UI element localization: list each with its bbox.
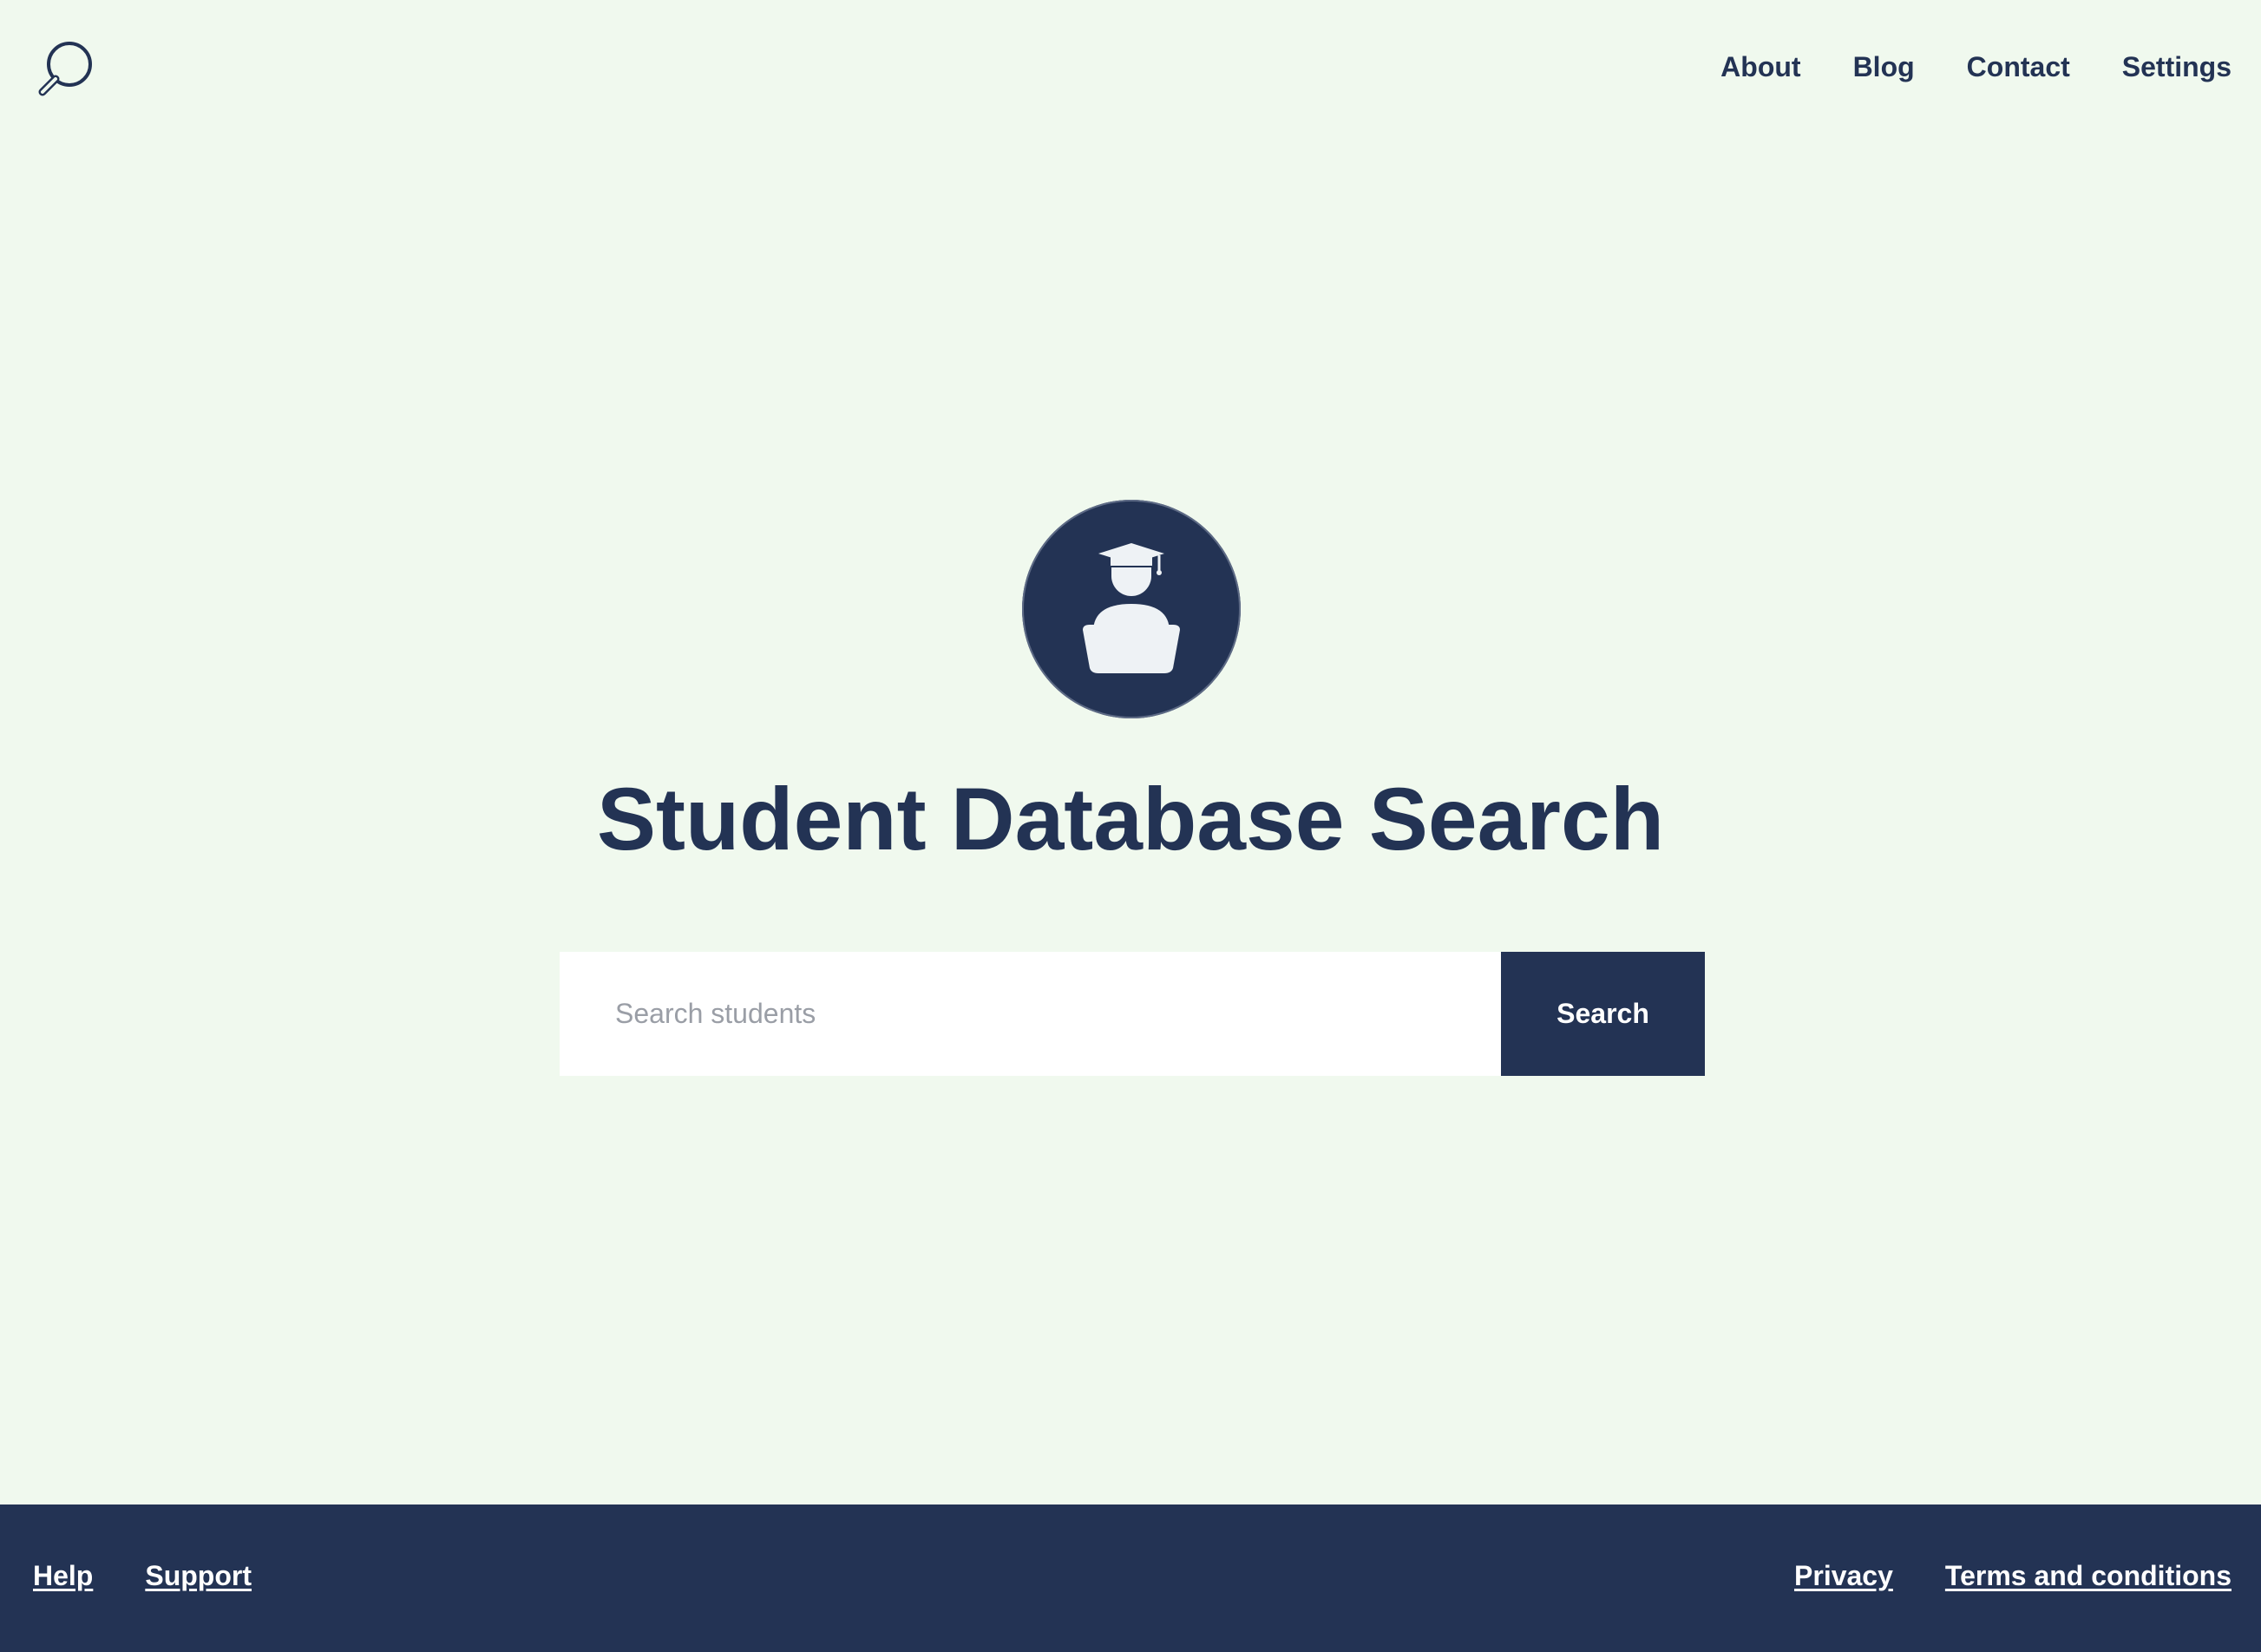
nav-settings-link[interactable]: Settings xyxy=(2122,48,2232,86)
main-nav: About Blog Contact Settings xyxy=(1720,48,2232,86)
search-button[interactable]: Search xyxy=(1501,952,1705,1076)
nav-blog-link[interactable]: Blog xyxy=(1853,48,1915,86)
top-bar: About Blog Contact Settings xyxy=(0,0,2261,135)
nav-about-link[interactable]: About xyxy=(1720,48,1800,86)
page-title: Student Database Search xyxy=(596,770,1665,869)
footer-privacy-link[interactable]: Privacy xyxy=(1794,1557,1893,1595)
search-input[interactable] xyxy=(560,952,1501,1076)
search-bar: Search xyxy=(560,952,1705,1076)
search-icon[interactable] xyxy=(38,38,97,97)
footer-support-link[interactable]: Support xyxy=(145,1557,252,1595)
footer: Help Support Privacy Terms and condition… xyxy=(0,1504,2261,1652)
footer-left-links: Help Support xyxy=(33,1557,252,1595)
footer-help-link[interactable]: Help xyxy=(33,1557,93,1595)
footer-right-links: Privacy Terms and conditions xyxy=(1794,1557,2232,1595)
graduate-student-icon xyxy=(1022,500,1241,718)
footer-terms-link[interactable]: Terms and conditions xyxy=(1945,1557,2232,1595)
nav-contact-link[interactable]: Contact xyxy=(1967,48,2070,86)
